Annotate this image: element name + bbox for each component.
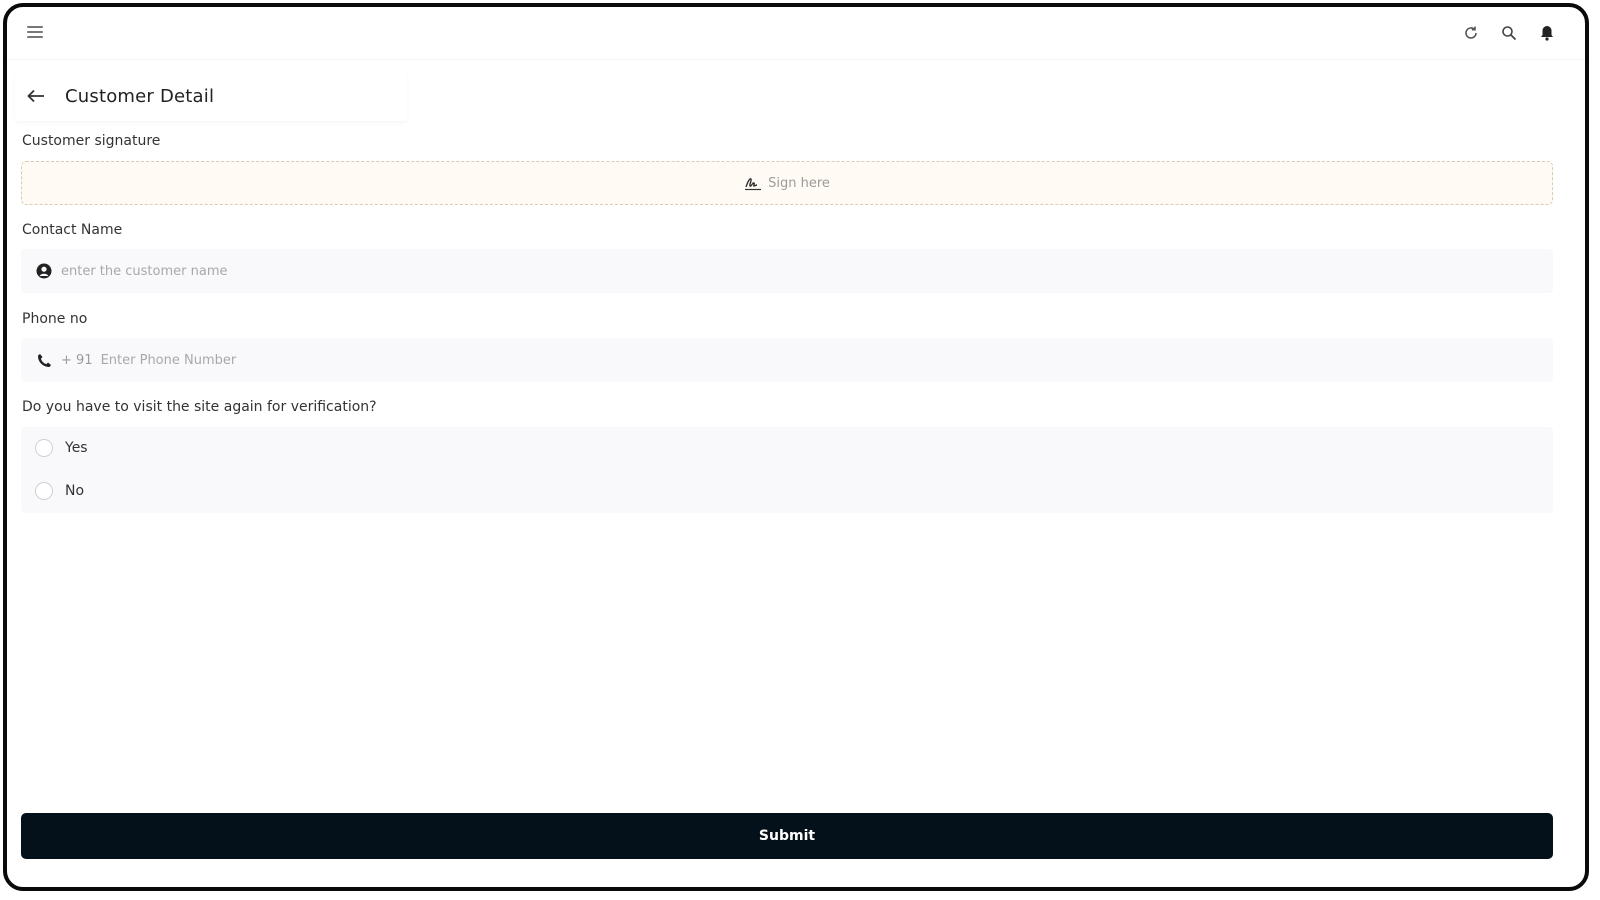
page-title: Customer Detail (65, 85, 215, 107)
signature-pad[interactable]: Sign here (21, 161, 1553, 205)
revisit-question: Do you have to visit the site again for … (22, 399, 377, 415)
revisit-radio-group: Yes No (21, 427, 1553, 513)
top-actions (1461, 23, 1557, 43)
radio-label: No (65, 483, 85, 499)
signature-icon (744, 175, 762, 191)
back-arrow-icon[interactable] (27, 85, 49, 107)
radio-button[interactable] (35, 439, 53, 457)
menu-icon[interactable] (27, 26, 43, 38)
search-icon[interactable] (1499, 23, 1519, 43)
submit-button[interactable]: Submit (21, 813, 1553, 859)
radio-option-yes[interactable]: Yes (35, 439, 88, 457)
bell-icon[interactable] (1537, 23, 1557, 43)
app-frame: Customer Detail Customer signature Sign … (3, 3, 1589, 891)
contact-name-label: Contact Name (22, 222, 123, 238)
radio-button[interactable] (35, 482, 53, 500)
contact-name-field[interactable] (21, 249, 1553, 293)
country-code-prefix: + 91 (61, 352, 93, 368)
top-app-bar (7, 7, 1585, 60)
radio-option-no[interactable]: No (35, 482, 84, 500)
user-circle-icon (35, 262, 53, 280)
refresh-icon[interactable] (1461, 23, 1481, 43)
phone-field[interactable]: + 91 (21, 338, 1553, 382)
phone-icon (35, 351, 53, 369)
phone-input[interactable] (98, 351, 703, 369)
signature-placeholder: Sign here (768, 175, 830, 191)
phone-label: Phone no (22, 311, 88, 327)
signature-label: Customer signature (22, 133, 161, 149)
page-header: Customer Detail (15, 71, 407, 121)
radio-label: Yes (65, 440, 88, 456)
contact-name-input[interactable] (59, 262, 663, 280)
